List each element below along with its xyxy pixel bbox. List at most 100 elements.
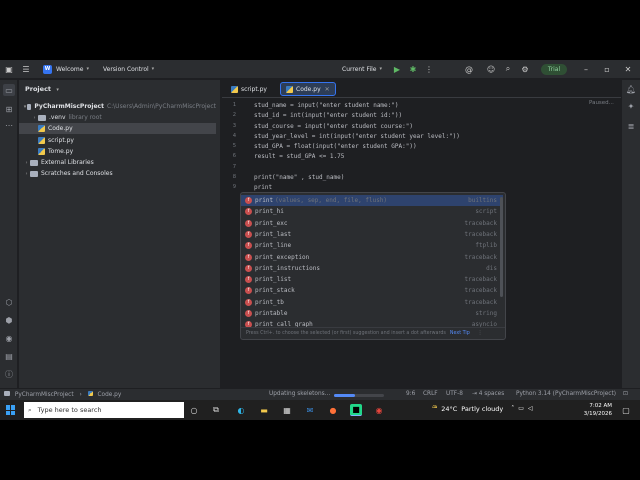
tree-item[interactable]: ▾ PyCharmMiscProject C:\Users\Admin\PyChar… [19,101,216,112]
mail-icon[interactable]: ✉ [304,404,316,416]
interpreter-selector[interactable]: Python 3.14 (PyCharmMiscProject) [516,391,616,397]
run-config-select[interactable]: Current File ▾ [342,60,382,79]
code-line[interactable]: stud_year_level = int(input("enter stude… [254,133,460,140]
breadcrumb-file[interactable]: Code.py [97,392,121,398]
line-number: 2 [232,112,236,119]
completion-item[interactable]: f print_line ftplib [241,240,503,251]
volume-icon[interactable]: ◁ [528,405,533,412]
profile-icon[interactable]: ☺ [485,63,497,75]
vcs-label: Version Control [103,65,149,73]
vcs-menu[interactable]: Version Control ▾ [103,60,154,79]
tab-script-py[interactable]: script.py [226,82,272,96]
indent-setting[interactable]: ⇥ 4 spaces [472,391,504,397]
structure-icon[interactable]: ⊞ [3,103,15,115]
store-icon[interactable]: ▦ [281,404,293,416]
completion-item[interactable]: f print_stack traceback [241,285,503,296]
notification-center-icon[interactable]: ▢ [620,404,632,416]
caret-position[interactable]: 9:6 [406,391,415,397]
breadcrumb-project[interactable]: PyCharmMiscProject [15,392,74,398]
project-switcher[interactable]: W Welcome ▾ [43,60,89,79]
more-icon[interactable]: ⋮ [423,63,435,75]
weather-condition: Partly cloudy [461,404,504,413]
start-button[interactable] [6,405,16,415]
tab-code-py[interactable]: Code.py ✕ [280,82,336,96]
run-icon[interactable]: ▶ [391,63,403,75]
edge-icon[interactable]: ◐ [235,404,247,416]
debug-icon[interactable]: ✱ [407,63,419,75]
terminal-icon[interactable]: ▤ [3,350,15,362]
completion-item[interactable]: f print (values, sep, end, file, flush) bui… [241,195,503,207]
line-number: 3 [232,122,236,129]
ai-assistant-icon[interactable]: ✦ [625,100,637,112]
tree-item[interactable]: script.py [19,135,216,146]
code-line[interactable]: stud_id = int(input("enter student id:")… [254,112,402,119]
services-icon[interactable]: ⬢ [3,314,15,326]
tree-item[interactable]: › .venv library root [19,112,216,123]
project-panel-title[interactable]: Project ▾ [25,85,59,93]
python-packages-icon[interactable]: ⬡ [3,296,15,308]
file-explorer-icon[interactable]: ▬ [258,404,270,416]
network-icon[interactable]: ▭ [518,405,524,412]
search-icon[interactable]: ⌕ [502,63,514,75]
code-with-me-icon[interactable]: @ [463,63,475,75]
next-tip-link[interactable]: Next Tip [450,331,470,336]
task-progress-fill [334,394,355,397]
system-clock[interactable]: 7:02 AM 3/19/2026 [582,402,612,418]
tree-item-label: PyCharmMiscProject [34,103,104,110]
file-encoding[interactable]: UTF-8 [446,391,463,397]
notifications-icon[interactable]: 🔔︎ [625,83,637,95]
completion-item[interactable]: f print_hi script [241,206,503,217]
database-icon[interactable]: ≣ [625,120,637,132]
line-number: 7 [232,163,236,170]
completion-item[interactable]: f print_list traceback [241,274,503,285]
project-icon[interactable]: ▭ [3,84,15,96]
pycharm-icon[interactable]: ■ [350,404,362,416]
python-console-icon[interactable]: ◉ [3,332,15,344]
tree-item-label: External Libraries [41,159,94,166]
minimize-icon[interactable]: – [580,63,592,75]
tree-item[interactable]: Code.py [19,123,216,135]
function-icon: f [245,208,252,216]
tree-item[interactable]: › Scratches and Consoles [19,168,216,179]
chevron-right-icon[interactable]: › [31,115,38,121]
settings-icon[interactable]: ⚙ [519,63,531,75]
maximize-icon[interactable]: ▫ [601,63,613,75]
completion-item[interactable]: f print_tb traceback [241,297,503,308]
run-config-label: Current File [342,65,377,73]
close-tab-icon[interactable]: ✕ [325,86,330,93]
completion-item[interactable]: f print_last traceback [241,229,503,240]
firefox-icon[interactable]: ● [327,404,339,416]
chevron-right-icon[interactable]: › [23,160,30,166]
line-separator[interactable]: CRLF [423,391,438,397]
problems-icon[interactable]: ⓘ [3,368,15,380]
background-task[interactable]: Updating skeletons... [269,391,330,397]
task-view-icon[interactable]: ⧉ [210,404,222,416]
more-icon[interactable]: ⋮ [478,331,483,336]
cortana-icon[interactable]: ○ [188,404,200,416]
chevron-right-icon[interactable]: › [23,171,30,177]
tree-item[interactable]: Tome.py [19,146,216,157]
completion-item[interactable]: f print_instructions dis [241,263,503,274]
code-line[interactable]: stud_course = input("enter student cours… [254,123,413,130]
code-line[interactable]: print [254,184,272,191]
taskbar-search[interactable]: ⌕ Type here to search [24,402,184,418]
close-icon[interactable]: ✕ [622,63,634,75]
completion-item[interactable]: f print_exc traceback [241,218,503,229]
chrome-icon[interactable]: ◉ [373,404,385,416]
weather-widget[interactable]: ⛅︎ 24°C Partly cloudy ˄ ▭ ◁ [432,404,533,413]
completion-item[interactable]: f print_exception traceback [241,252,503,263]
trial-button[interactable]: Trial [541,64,567,75]
more-tools-icon[interactable]: ⋯ [3,119,15,131]
completion-scrollbar[interactable] [500,197,503,297]
code-line[interactable]: result = stud_GPA <= 1.75 [254,153,344,160]
tray-chevron-icon[interactable]: ˄ [511,405,514,412]
code-completion-popup: f print (values, sep, end, file, flush) bui… [240,192,506,340]
code-line[interactable]: print("name" , stud_name) [254,174,344,181]
tree-item-label: Code.py [48,125,73,133]
code-line[interactable]: stud_name = input("enter student name:") [254,102,399,109]
completion-item[interactable]: f printable string [241,308,503,319]
lock-icon[interactable]: ⊡ [623,391,628,397]
hamburger-icon[interactable]: ☰ [20,63,32,75]
tree-item[interactable]: › External Libraries [19,157,216,168]
code-line[interactable]: stud_GPA = float(input("enter student GP… [254,143,417,150]
